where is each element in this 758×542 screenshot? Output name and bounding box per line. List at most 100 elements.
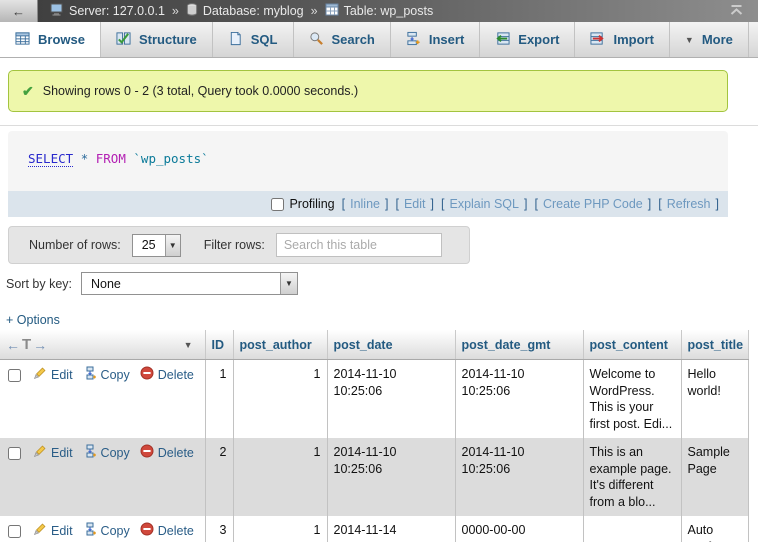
breadcrumb-separator: » xyxy=(172,4,179,18)
column-header-actions[interactable]: ← T → ▼ xyxy=(0,330,205,360)
status-message: ✔ Showing rows 0 - 2 (3 total, Query too… xyxy=(8,70,728,112)
filter-rows-label: Filter rows: xyxy=(204,238,265,252)
delete-row-button[interactable]: Delete xyxy=(140,444,194,463)
back-button[interactable]: ← xyxy=(0,0,38,22)
cell-post-author: 1 xyxy=(233,516,327,542)
cell-post-author: 1 xyxy=(233,438,327,516)
breadcrumb-separator: » xyxy=(311,4,318,18)
column-header-id[interactable]: ID xyxy=(205,330,233,360)
column-header-post-title[interactable]: post_title xyxy=(681,330,748,360)
edit-link-group: [ Edit ] xyxy=(395,197,434,211)
tab-sql[interactable]: SQL xyxy=(213,22,294,57)
pencil-icon xyxy=(33,444,47,463)
delete-row-button[interactable]: Delete xyxy=(140,366,194,385)
tab-browse[interactable]: Browse xyxy=(0,22,101,57)
delete-row-button[interactable]: Delete xyxy=(140,522,194,541)
cell-post-date: 2014-11-10 10:25:06 xyxy=(327,438,455,516)
row-checkbox[interactable] xyxy=(8,447,21,460)
sql-table-identifier: `wp_posts` xyxy=(133,151,208,166)
profiling-label: Profiling xyxy=(289,197,334,211)
sql-icon xyxy=(228,31,243,49)
delete-icon xyxy=(140,444,154,463)
create-php-code-link[interactable]: Create PHP Code xyxy=(543,197,643,211)
copy-row-button[interactable]: Copy xyxy=(83,522,130,541)
row-checkbox[interactable] xyxy=(8,369,21,382)
profiling-checkbox[interactable] xyxy=(271,198,284,211)
number-of-rows-select[interactable]: 25 ▼ xyxy=(132,234,181,257)
results-table-header-row: ← T → ▼ ID post_author post_date post_da… xyxy=(0,330,748,360)
copy-row-button[interactable]: Copy xyxy=(83,444,130,463)
edit-row-button[interactable]: Edit xyxy=(33,522,73,541)
tab-bar: Browse Structure SQL Search Insert Expor… xyxy=(0,22,758,58)
filter-rows-input[interactable] xyxy=(276,233,442,257)
copy-icon xyxy=(83,366,97,385)
table-icon xyxy=(325,3,339,19)
arrow-left-icon: ← xyxy=(6,337,20,353)
breadcrumb-table[interactable]: Table: wp_posts xyxy=(325,3,434,19)
pencil-icon xyxy=(33,522,47,541)
cell-post-date: 2014-11-14 06:33:38 xyxy=(327,516,455,542)
sql-star: * xyxy=(81,151,89,166)
dropdown-arrow-icon: ▼ xyxy=(165,235,180,256)
refresh-link-group: [ Refresh ] xyxy=(658,197,719,211)
column-header-post-author[interactable]: post_author xyxy=(233,330,327,360)
tab-import[interactable]: Import xyxy=(575,22,669,57)
row-checkbox[interactable] xyxy=(8,525,21,538)
copy-row-button[interactable]: Copy xyxy=(83,366,130,385)
table-row: Edit Copy Delete 2 1 2014-11-10 10:25:06… xyxy=(0,438,748,516)
sql-keyword-from: FROM xyxy=(96,151,126,166)
results-table: ← T → ▼ ID post_author post_date post_da… xyxy=(0,330,749,542)
actions-dropdown-icon[interactable]: ▼ xyxy=(184,340,193,350)
column-header-post-content[interactable]: post_content xyxy=(583,330,681,360)
profiling-toggle[interactable]: Profiling xyxy=(271,197,334,211)
edit-row-button[interactable]: Edit xyxy=(33,444,73,463)
cell-post-date-gmt: 0000-00-00 00:00:00 xyxy=(455,516,583,542)
browse-icon xyxy=(15,31,30,49)
breadcrumb-server[interactable]: Server: 127.0.0.1 xyxy=(50,3,165,19)
tab-insert[interactable]: Insert xyxy=(391,22,480,57)
cell-post-content: This is an example page. It's different … xyxy=(583,438,681,516)
copy-icon xyxy=(83,444,97,463)
table-row: Edit Copy Delete 3 1 2014-11-14 06:33:38… xyxy=(0,516,748,542)
sql-keyword-select[interactable]: SELECT xyxy=(28,151,73,167)
success-check-icon: ✔ xyxy=(22,83,34,100)
tab-export[interactable]: Export xyxy=(480,22,575,57)
section-divider xyxy=(0,125,758,126)
row-actions-cell: Edit Copy Delete xyxy=(0,516,205,542)
column-header-post-date-gmt[interactable]: post_date_gmt xyxy=(455,330,583,360)
tab-search[interactable]: Search xyxy=(294,22,391,57)
delete-icon xyxy=(140,366,154,385)
tab-structure[interactable]: Structure xyxy=(101,22,213,57)
edit-row-button[interactable]: Edit xyxy=(33,366,73,385)
tab-more[interactable]: ▼ More xyxy=(670,22,749,57)
row-actions-cell: Edit Copy Delete xyxy=(0,438,205,516)
sort-by-key-select[interactable]: None ▼ xyxy=(81,272,298,295)
breadcrumb: Server: 127.0.0.1 » Database: myblog » T… xyxy=(50,3,433,19)
back-arrow-icon: ← xyxy=(12,4,25,19)
structure-icon xyxy=(116,31,131,49)
column-header-post-date[interactable]: post_date xyxy=(327,330,455,360)
insert-icon xyxy=(406,31,421,49)
row-actions-cell: Edit Copy Delete xyxy=(0,360,205,439)
breadcrumb-database[interactable]: Database: myblog xyxy=(186,3,304,19)
browse-direction-control[interactable]: ← T → xyxy=(6,336,47,353)
cell-post-date: 2014-11-10 10:25:06 xyxy=(327,360,455,439)
cell-post-content: Welcome to WordPress. This is your first… xyxy=(583,360,681,439)
pencil-icon xyxy=(33,366,47,385)
refresh-link[interactable]: Refresh xyxy=(667,197,711,211)
search-icon xyxy=(309,31,324,49)
edit-link[interactable]: Edit xyxy=(404,197,426,211)
cell-id: 1 xyxy=(205,360,233,439)
explain-sql-link[interactable]: Explain SQL xyxy=(449,197,518,211)
status-message-text: Showing rows 0 - 2 (3 total, Query took … xyxy=(43,84,358,98)
cell-post-title: Hello world! xyxy=(681,360,748,439)
sql-query-panel: SELECT * FROM `wp_posts` Profiling [ Inl… xyxy=(8,131,728,217)
collapse-panel-icon[interactable] xyxy=(729,4,744,19)
inline-link[interactable]: Inline xyxy=(350,197,380,211)
options-toggle-link[interactable]: + Options xyxy=(6,313,60,327)
inline-link-group: [ Inline ] xyxy=(342,197,389,211)
cell-post-author: 1 xyxy=(233,360,327,439)
database-icon xyxy=(186,3,198,19)
sql-query-text: SELECT * FROM `wp_posts` xyxy=(8,131,728,191)
dropdown-arrow-icon: ▼ xyxy=(280,273,297,294)
